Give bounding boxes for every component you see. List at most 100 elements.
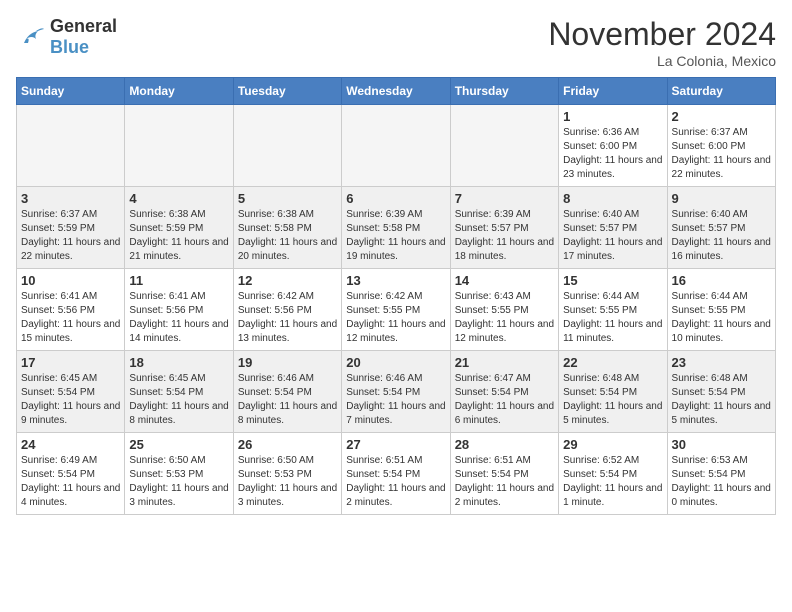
week-row-1: 1 Sunrise: 6:36 AM Sunset: 6:00 PM Daylig… — [17, 105, 776, 187]
day-info: Sunrise: 6:39 AM Sunset: 5:57 PM Dayligh… — [455, 208, 554, 264]
calendar-cell: 13Sunrise: 6:42 AM Sunset: 5:55 PM Dayli… — [342, 269, 450, 351]
day-number: 5 — [238, 191, 337, 206]
day-number: 16 — [672, 273, 771, 288]
calendar-cell — [233, 105, 341, 187]
week-row-2: 3 Sunrise: 6:37 AM Sunset: 5:59 PM Daylig… — [17, 187, 776, 269]
calendar-cell: 25Sunrise: 6:50 AM Sunset: 5:53 PM Dayli… — [125, 433, 233, 515]
calendar-cell — [450, 105, 558, 187]
day-info: Sunrise: 6:46 AM Sunset: 5:54 PM Dayligh… — [346, 372, 445, 428]
calendar-cell: 16 Sunrise: 6:44 AM Sunset: 5:55 PM Dayli… — [667, 269, 775, 351]
day-info: Sunrise: 6:37 AM Sunset: 5:59 PM Dayligh… — [21, 208, 120, 264]
day-number: 14 — [455, 273, 554, 288]
calendar-cell: 8 Sunrise: 6:40 AM Sunset: 5:57 PM Daylig… — [559, 187, 667, 269]
logo-blue: Blue — [50, 37, 89, 57]
day-info: Sunrise: 6:53 AM Sunset: 5:54 PM Dayligh… — [672, 454, 771, 510]
day-info: Sunrise: 6:47 AM Sunset: 5:54 PM Dayligh… — [455, 372, 554, 428]
calendar-cell: 7 Sunrise: 6:39 AM Sunset: 5:57 PM Daylig… — [450, 187, 558, 269]
day-info: Sunrise: 6:37 AM Sunset: 6:00 PM Dayligh… — [672, 126, 771, 182]
calendar-cell: 29Sunrise: 6:52 AM Sunset: 5:54 PM Dayli… — [559, 433, 667, 515]
week-row-3: 10 Sunrise: 6:41 AM Sunset: 5:56 PM Dayli… — [17, 269, 776, 351]
week-row-5: 24 Sunrise: 6:49 AM Sunset: 5:54 PM Dayli… — [17, 433, 776, 515]
day-info: Sunrise: 6:40 AM Sunset: 5:57 PM Dayligh… — [672, 208, 771, 264]
day-number: 10 — [21, 273, 120, 288]
calendar-cell: 14Sunrise: 6:43 AM Sunset: 5:55 PM Dayli… — [450, 269, 558, 351]
day-info: Sunrise: 6:38 AM Sunset: 5:59 PM Dayligh… — [129, 208, 228, 264]
day-info: Sunrise: 6:50 AM Sunset: 5:53 PM Dayligh… — [238, 454, 337, 510]
day-number: 9 — [672, 191, 771, 206]
day-number: 24 — [21, 437, 120, 452]
day-header-tuesday: Tuesday — [233, 78, 341, 105]
calendar-cell: 6Sunrise: 6:39 AM Sunset: 5:58 PM Daylig… — [342, 187, 450, 269]
title-area: November 2024 La Colonia, Mexico — [548, 16, 776, 69]
day-header-thursday: Thursday — [450, 78, 558, 105]
calendar-cell: 26 Sunrise: 6:50 AM Sunset: 5:53 PM Dayli… — [233, 433, 341, 515]
header-row: SundayMondayTuesdayWednesdayThursdayFrid… — [17, 78, 776, 105]
day-info: Sunrise: 6:52 AM Sunset: 5:54 PM Dayligh… — [563, 454, 662, 510]
day-number: 15 — [563, 273, 662, 288]
day-header-friday: Friday — [559, 78, 667, 105]
calendar-cell: 27Sunrise: 6:51 AM Sunset: 5:54 PM Dayli… — [342, 433, 450, 515]
day-info: Sunrise: 6:41 AM Sunset: 5:56 PM Dayligh… — [129, 290, 228, 346]
day-header-sunday: Sunday — [17, 78, 125, 105]
calendar-cell: 21 Sunrise: 6:47 AM Sunset: 5:54 PM Dayli… — [450, 351, 558, 433]
calendar-cell: 10Sunrise: 6:41 AM Sunset: 5:56 PM Dayli… — [17, 269, 125, 351]
day-number: 17 — [21, 355, 120, 370]
calendar-cell — [342, 105, 450, 187]
day-info: Sunrise: 6:49 AM Sunset: 5:54 PM Dayligh… — [21, 454, 120, 510]
calendar-cell: 18 Sunrise: 6:45 AM Sunset: 5:54 PM Dayli… — [125, 351, 233, 433]
day-info: Sunrise: 6:48 AM Sunset: 5:54 PM Dayligh… — [563, 372, 662, 428]
calendar-cell: 4 Sunrise: 6:38 AM Sunset: 5:59 PM Daylig… — [125, 187, 233, 269]
calendar-cell: 23 Sunrise: 6:48 AM Sunset: 5:54 PM Dayli… — [667, 351, 775, 433]
day-number: 11 — [129, 273, 228, 288]
day-info: Sunrise: 6:48 AM Sunset: 5:54 PM Dayligh… — [672, 372, 771, 428]
day-number: 3 — [21, 191, 120, 206]
calendar-cell: 5 Sunrise: 6:38 AM Sunset: 5:58 PM Daylig… — [233, 187, 341, 269]
day-number: 2 — [672, 109, 771, 124]
calendar-cell: 17 Sunrise: 6:45 AM Sunset: 5:54 PM Dayli… — [17, 351, 125, 433]
day-header-saturday: Saturday — [667, 78, 775, 105]
calendar-cell — [125, 105, 233, 187]
day-number: 22 — [563, 355, 662, 370]
week-row-4: 17 Sunrise: 6:45 AM Sunset: 5:54 PM Dayli… — [17, 351, 776, 433]
calendar-cell — [17, 105, 125, 187]
logo-general: General — [50, 16, 117, 36]
calendar-table: SundayMondayTuesdayWednesdayThursdayFrid… — [16, 77, 776, 515]
day-info: Sunrise: 6:38 AM Sunset: 5:58 PM Dayligh… — [238, 208, 337, 264]
day-number: 23 — [672, 355, 771, 370]
day-info: Sunrise: 6:45 AM Sunset: 5:54 PM Dayligh… — [21, 372, 120, 428]
day-number: 12 — [238, 273, 337, 288]
logo: General Blue — [16, 16, 117, 58]
day-info: Sunrise: 6:44 AM Sunset: 5:55 PM Dayligh… — [672, 290, 771, 346]
page-header: General Blue November 2024 La Colonia, M… — [16, 16, 776, 69]
calendar-cell: 9 Sunrise: 6:40 AM Sunset: 5:57 PM Daylig… — [667, 187, 775, 269]
calendar-cell: 1 Sunrise: 6:36 AM Sunset: 6:00 PM Daylig… — [559, 105, 667, 187]
day-info: Sunrise: 6:42 AM Sunset: 5:56 PM Dayligh… — [238, 290, 337, 346]
calendar-cell: 22 Sunrise: 6:48 AM Sunset: 5:54 PM Dayli… — [559, 351, 667, 433]
calendar-cell: 15 Sunrise: 6:44 AM Sunset: 5:55 PM Dayli… — [559, 269, 667, 351]
day-number: 21 — [455, 355, 554, 370]
day-number: 19 — [238, 355, 337, 370]
location: La Colonia, Mexico — [548, 53, 776, 69]
day-number: 7 — [455, 191, 554, 206]
calendar-cell: 3 Sunrise: 6:37 AM Sunset: 5:59 PM Daylig… — [17, 187, 125, 269]
logo-bird-icon — [16, 25, 46, 49]
day-number: 28 — [455, 437, 554, 452]
day-info: Sunrise: 6:40 AM Sunset: 5:57 PM Dayligh… — [563, 208, 662, 264]
day-info: Sunrise: 6:36 AM Sunset: 6:00 PM Dayligh… — [563, 126, 662, 182]
calendar-cell: 28 Sunrise: 6:51 AM Sunset: 5:54 PM Dayli… — [450, 433, 558, 515]
day-number: 6 — [346, 191, 445, 206]
calendar-cell: 30 Sunrise: 6:53 AM Sunset: 5:54 PM Dayli… — [667, 433, 775, 515]
day-info: Sunrise: 6:51 AM Sunset: 5:54 PM Dayligh… — [346, 454, 445, 510]
day-info: Sunrise: 6:51 AM Sunset: 5:54 PM Dayligh… — [455, 454, 554, 510]
day-number: 8 — [563, 191, 662, 206]
day-number: 26 — [238, 437, 337, 452]
day-number: 4 — [129, 191, 228, 206]
day-info: Sunrise: 6:44 AM Sunset: 5:55 PM Dayligh… — [563, 290, 662, 346]
day-info: Sunrise: 6:45 AM Sunset: 5:54 PM Dayligh… — [129, 372, 228, 428]
day-info: Sunrise: 6:50 AM Sunset: 5:53 PM Dayligh… — [129, 454, 228, 510]
day-number: 1 — [563, 109, 662, 124]
calendar-cell: 24 Sunrise: 6:49 AM Sunset: 5:54 PM Dayli… — [17, 433, 125, 515]
calendar-cell: 2 Sunrise: 6:37 AM Sunset: 6:00 PM Daylig… — [667, 105, 775, 187]
day-number: 18 — [129, 355, 228, 370]
day-number: 30 — [672, 437, 771, 452]
